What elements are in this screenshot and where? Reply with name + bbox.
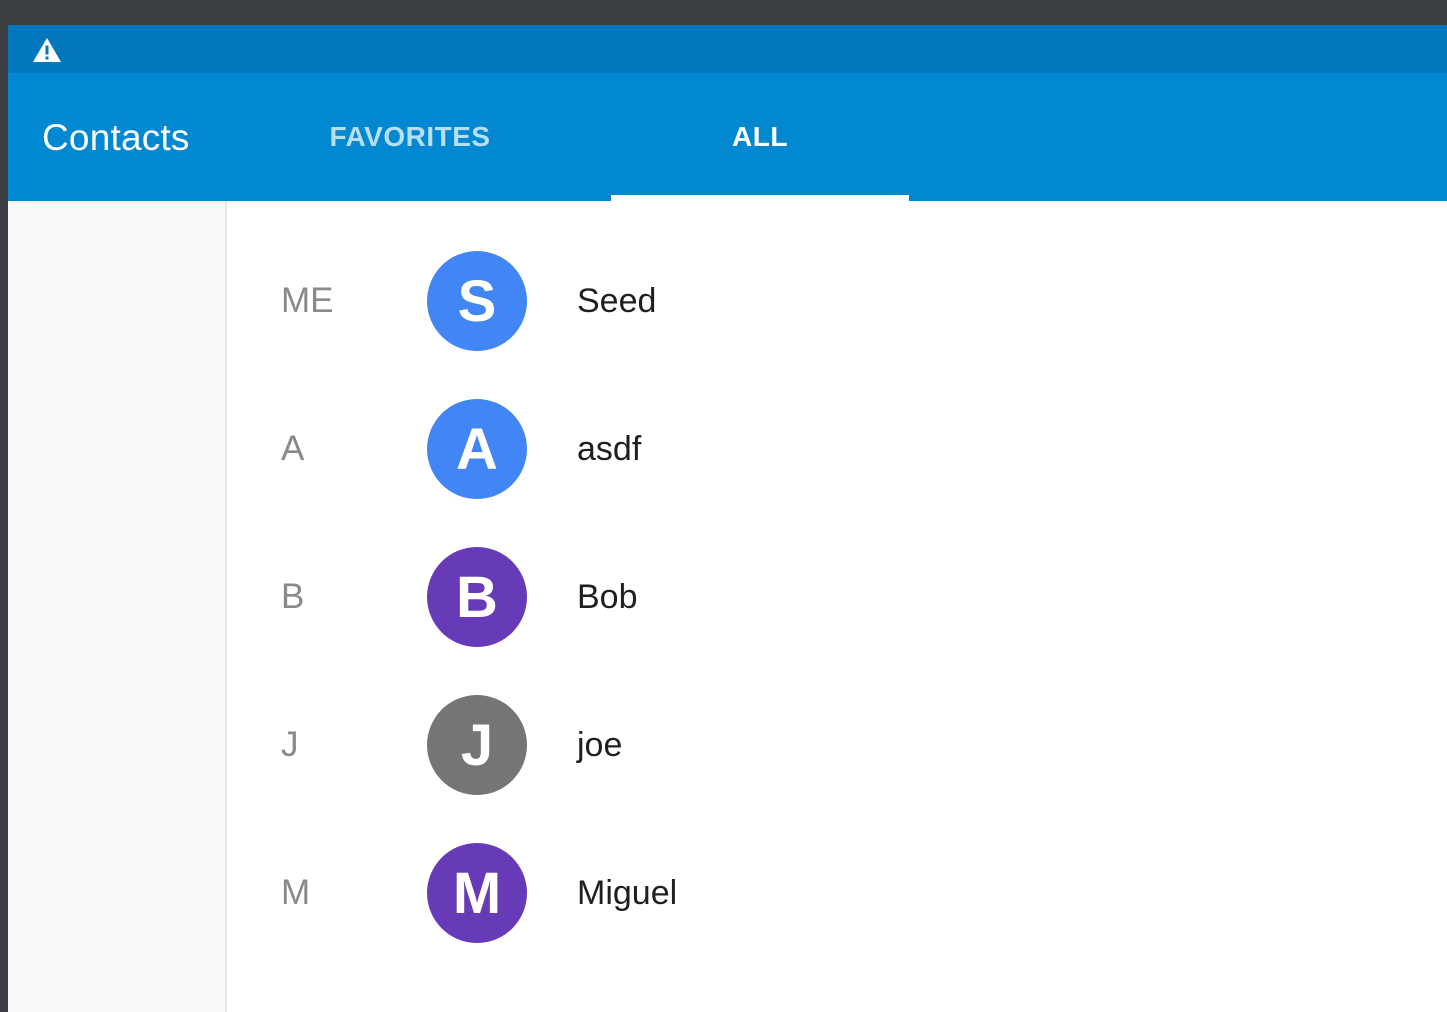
avatar: A xyxy=(427,399,527,499)
section-header-j: J xyxy=(281,725,299,764)
tab-all[interactable]: ALL xyxy=(611,73,909,201)
section-header-me: ME xyxy=(281,281,334,320)
contact-name: joe xyxy=(577,726,623,764)
contact-row-miguel[interactable]: M M Miguel xyxy=(227,819,1447,967)
avatar: S xyxy=(427,251,527,351)
window-top-border xyxy=(0,0,1447,25)
window-left-border xyxy=(0,0,8,1012)
contact-name: Seed xyxy=(577,282,657,320)
contact-row-seed[interactable]: ME S Seed xyxy=(227,227,1447,375)
contact-row-joe[interactable]: J J joe xyxy=(227,671,1447,819)
sidebar-panel xyxy=(8,201,227,1012)
section-header-m: M xyxy=(281,873,311,912)
avatar: B xyxy=(427,547,527,647)
contact-list[interactable]: ME S Seed A A asdf B B Bob J J joe M M M… xyxy=(227,201,1447,1012)
contact-name: Miguel xyxy=(577,874,678,912)
status-bar xyxy=(8,25,1447,73)
contact-row-asdf[interactable]: A A asdf xyxy=(227,375,1447,523)
contact-name: asdf xyxy=(577,430,642,468)
contact-name: Bob xyxy=(577,578,638,616)
warning-icon xyxy=(33,38,61,62)
contact-row-bob[interactable]: B B Bob xyxy=(227,523,1447,671)
section-header-a: A xyxy=(281,429,305,468)
section-header-b: B xyxy=(281,577,305,616)
avatar: M xyxy=(427,843,527,943)
app-title: Contacts xyxy=(42,117,190,158)
contacts-screen: Contacts FAVORITES ALL ME S Seed A A asd… xyxy=(0,0,1447,1012)
avatar: J xyxy=(427,695,527,795)
tab-favorites[interactable]: FAVORITES xyxy=(260,73,560,201)
